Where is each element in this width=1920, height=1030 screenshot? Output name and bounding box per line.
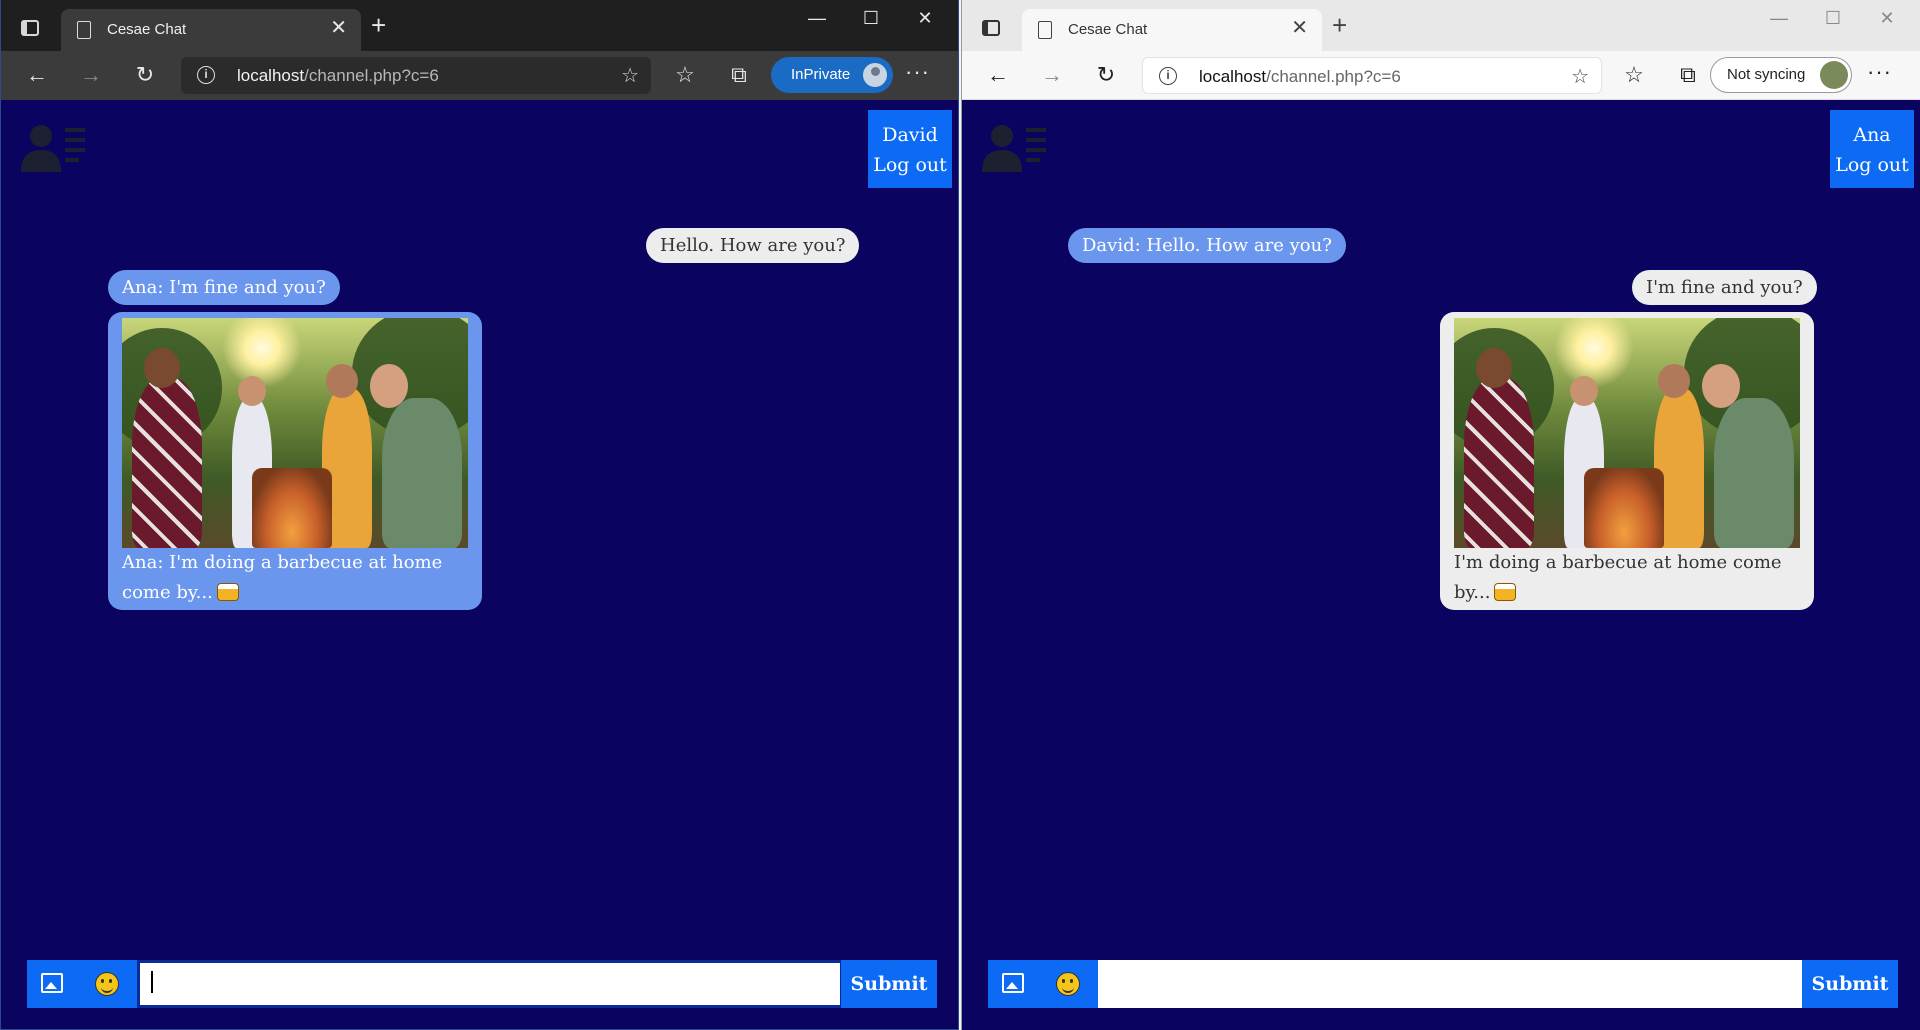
image-message-other: Ana: I'm doing a barbecue at home come b…	[108, 312, 482, 610]
collections-icon[interactable]: ⧉	[1672, 61, 1704, 89]
message-self: I'm fine and you?	[1632, 270, 1817, 305]
maximize-icon[interactable]: ☐	[848, 8, 894, 29]
more-menu-icon[interactable]: ···	[1867, 59, 1892, 85]
browser-window-left: Cesae Chat ✕ + — ☐ ✕ ← → ↻ i localhost/c…	[0, 0, 959, 1030]
text-caret	[151, 971, 153, 993]
url-text: localhost/channel.php?c=6	[237, 66, 439, 85]
page-icon	[77, 21, 91, 39]
address-bar[interactable]: i localhost/channel.php?c=6 ☆	[181, 57, 651, 94]
username: Ana	[1853, 124, 1891, 146]
site-info-icon[interactable]: i	[1159, 67, 1177, 85]
profile-label: Not syncing	[1727, 66, 1806, 83]
collections-icon[interactable]: ⧉	[723, 61, 755, 89]
site-info-icon[interactable]: i	[197, 66, 215, 84]
favorites-icon[interactable]: ☆	[1618, 61, 1650, 89]
logout-label: Log out	[873, 154, 947, 176]
emoji-picker-icon[interactable]	[1056, 972, 1080, 996]
composer-icons	[27, 960, 137, 1008]
profile-label: InPrivate	[791, 66, 851, 83]
submit-button[interactable]: Submit	[841, 960, 937, 1008]
refresh-icon[interactable]: ↻	[1090, 61, 1122, 89]
back-icon[interactable]: ←	[21, 61, 53, 89]
favorites-icon[interactable]: ☆	[669, 61, 701, 89]
title-bar: Cesae Chat ✕ + — ☐ ✕	[1, 0, 958, 51]
tab-title: Cesae Chat	[107, 21, 187, 38]
close-window-icon[interactable]: ✕	[902, 8, 948, 29]
barbecue-photo[interactable]	[1454, 318, 1800, 548]
tab-actions-icon[interactable]	[982, 20, 1000, 36]
address-toolbar: ← → ↻ i localhost/channel.php?c=6 ☆ ☆ ⧉ …	[962, 51, 1920, 100]
title-bar: Cesae Chat ✕ + — ☐ ✕	[962, 0, 1920, 51]
image-caption: Ana: I'm doing a barbecue at home come b…	[122, 552, 443, 603]
user-list-icon[interactable]	[19, 122, 87, 172]
image-message-self: I'm doing a barbecue at home come by...	[1440, 312, 1814, 610]
barbecue-photo[interactable]	[122, 318, 468, 548]
beer-mugs-emoji-icon	[216, 583, 239, 601]
maximize-icon[interactable]: ☐	[1810, 8, 1856, 29]
message-other: Ana: I'm fine and you?	[108, 270, 340, 305]
message-other: David: Hello. How are you?	[1068, 228, 1346, 263]
desktop: Cesae Chat ✕ + — ☐ ✕ ← → ↻ i localhost/c…	[0, 0, 1920, 1030]
emoji-picker-icon[interactable]	[95, 972, 119, 996]
profile-sync-button[interactable]: Not syncing	[1710, 57, 1852, 93]
add-favorite-icon[interactable]: ☆	[1571, 64, 1589, 89]
logout-label: Log out	[1835, 154, 1909, 176]
forward-icon[interactable]: →	[75, 61, 107, 89]
new-tab-icon[interactable]: +	[1332, 12, 1347, 38]
tab-actions-icon[interactable]	[21, 20, 39, 36]
tab-close-icon[interactable]: ✕	[1291, 18, 1308, 38]
chat-page: David Log out Hello. How are you? Ana: I…	[1, 100, 958, 1029]
more-menu-icon[interactable]: ···	[905, 59, 930, 85]
close-window-icon[interactable]: ✕	[1864, 8, 1910, 29]
image-upload-icon[interactable]	[1002, 973, 1024, 993]
username: David	[882, 124, 938, 146]
composer-icons	[988, 960, 1098, 1008]
message-input[interactable]	[137, 960, 843, 1008]
message-composer: Submit	[988, 960, 1898, 1008]
browser-tab[interactable]: Cesae Chat ✕	[61, 9, 361, 51]
back-icon[interactable]: ←	[982, 61, 1014, 89]
message-input[interactable]	[1098, 960, 1804, 1008]
avatar	[861, 61, 889, 89]
image-caption: I'm doing a barbecue at home come by...	[1454, 552, 1782, 603]
browser-tab[interactable]: Cesae Chat ✕	[1022, 9, 1322, 51]
chat-page: Ana Log out David: Hello. How are you? I…	[962, 100, 1920, 1030]
user-logout-button[interactable]: David Log out	[868, 110, 952, 188]
beer-mugs-emoji-icon	[1494, 583, 1517, 601]
page-icon	[1038, 21, 1052, 39]
browser-window-right: Cesae Chat ✕ + — ☐ ✕ ← → ↻ i localhost/c…	[961, 0, 1920, 1030]
message-composer: Submit	[27, 960, 937, 1008]
image-upload-icon[interactable]	[41, 973, 63, 993]
submit-button[interactable]: Submit	[1802, 960, 1898, 1008]
address-bar[interactable]: i localhost/channel.php?c=6 ☆	[1142, 57, 1602, 94]
avatar	[1820, 61, 1848, 89]
user-logout-button[interactable]: Ana Log out	[1830, 110, 1914, 188]
inprivate-profile-button[interactable]: InPrivate	[771, 57, 893, 93]
message-self: Hello. How are you?	[646, 228, 860, 263]
new-tab-icon[interactable]: +	[371, 12, 386, 38]
refresh-icon[interactable]: ↻	[129, 61, 161, 89]
address-toolbar: ← → ↻ i localhost/channel.php?c=6 ☆ ☆ ⧉ …	[1, 51, 958, 100]
url-text: localhost/channel.php?c=6	[1199, 67, 1401, 86]
forward-icon[interactable]: →	[1036, 61, 1068, 89]
user-list-icon[interactable]	[980, 122, 1048, 172]
tab-close-icon[interactable]: ✕	[330, 18, 347, 38]
minimize-icon[interactable]: —	[794, 8, 840, 29]
minimize-icon[interactable]: —	[1756, 8, 1802, 29]
add-favorite-icon[interactable]: ☆	[621, 63, 639, 88]
tab-title: Cesae Chat	[1068, 21, 1148, 38]
